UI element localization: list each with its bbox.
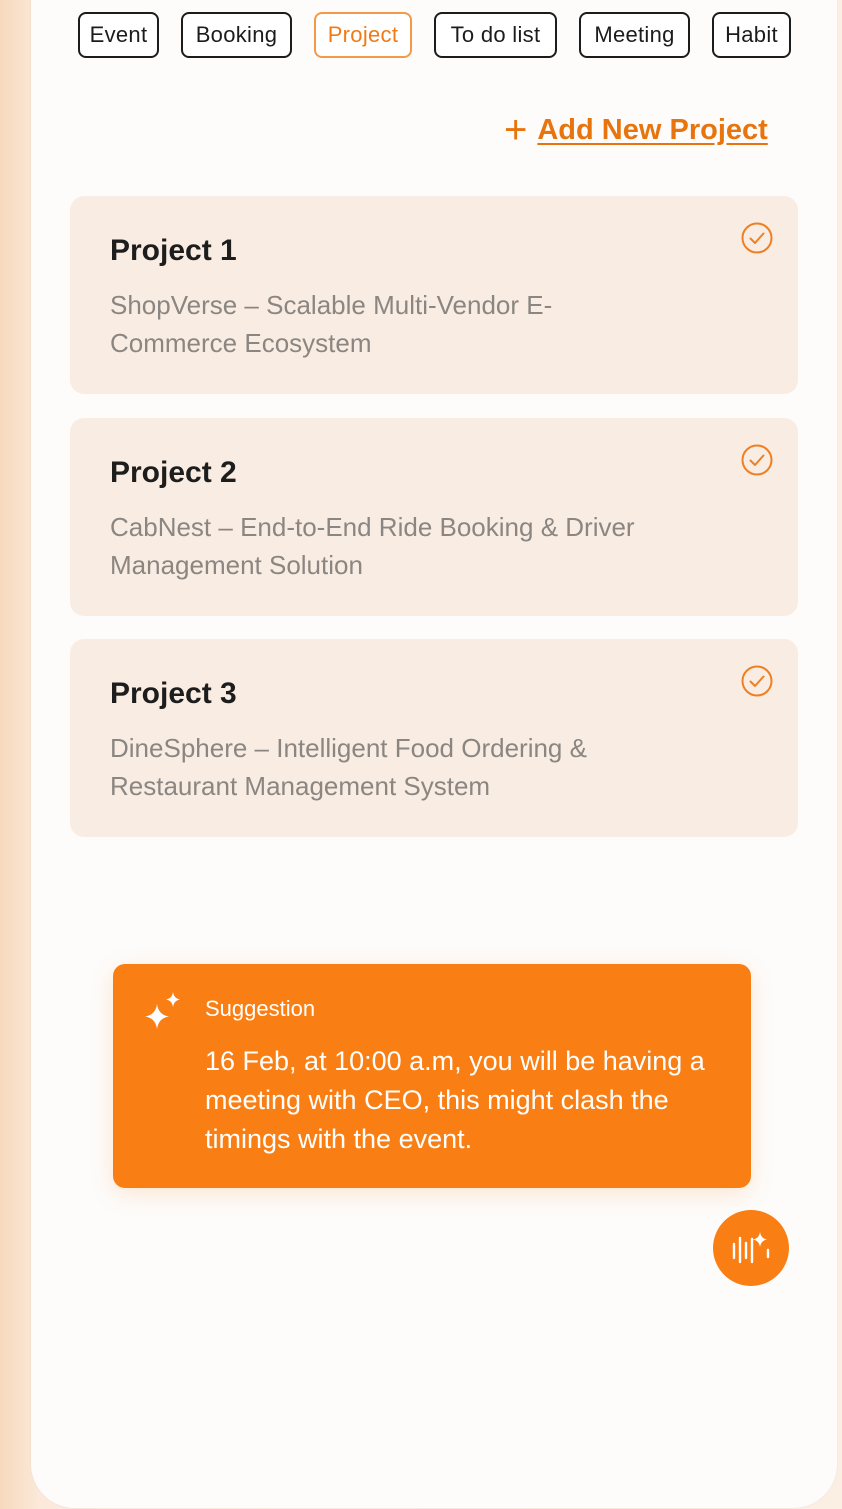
sparkle-icon	[145, 992, 180, 1029]
tab-habit[interactable]: Habit	[712, 12, 791, 58]
project-title: Project 1	[110, 234, 237, 267]
tab-booking[interactable]: Booking	[181, 12, 292, 58]
check-circle-icon[interactable]	[740, 664, 774, 698]
suggestion-banner: Suggestion 16 Feb, at 10:00 a.m, you wil…	[113, 964, 751, 1188]
project-title: Project 3	[110, 677, 237, 710]
project-description: CabNest – End-to-End Ride Booking & Driv…	[110, 512, 635, 580]
add-new-project-label: Add New Project	[537, 113, 768, 146]
check-circle-icon[interactable]	[740, 221, 774, 255]
voice-assistant-button[interactable]	[713, 1210, 789, 1286]
check-circle-icon[interactable]	[740, 443, 774, 477]
tab-event[interactable]: Event	[78, 12, 159, 58]
tab-meeting[interactable]: Meeting	[579, 12, 690, 58]
project-title: Project 2	[110, 456, 237, 489]
project-description: DineSphere – Intelligent Food Ordering &…	[110, 733, 587, 801]
suggestion-title: Suggestion	[205, 996, 316, 1021]
voice-ai-icon	[732, 1232, 770, 1264]
suggestion-text: 16 Feb, at 10:00 a.m, you will be having…	[205, 1046, 705, 1154]
project-card-1[interactable]: Project 1 ShopVerse – Scalable Multi-Ven…	[70, 196, 798, 394]
add-new-project-link[interactable]: + Add New Project	[504, 108, 768, 152]
tab-to-do-list[interactable]: To do list	[434, 12, 557, 58]
plus-icon: +	[504, 108, 528, 152]
project-card-3[interactable]: Project 3 DineSphere – Intelligent Food …	[70, 639, 798, 837]
tab-project[interactable]: Project	[314, 12, 412, 58]
category-tabs: Event Booking Project To do list Meeting…	[78, 12, 794, 62]
project-card-2[interactable]: Project 2 CabNest – End-to-End Ride Book…	[70, 418, 798, 616]
project-description: ShopVerse – Scalable Multi-Vendor E-Comm…	[110, 290, 553, 358]
